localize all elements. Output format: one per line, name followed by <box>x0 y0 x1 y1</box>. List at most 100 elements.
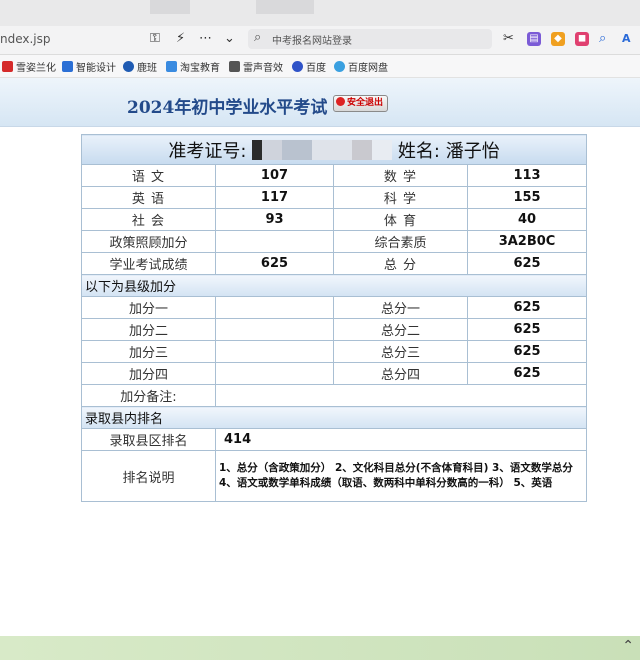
rank-section-title: 录取县内排名 <box>80 406 588 429</box>
quality-value: 3A2B0C <box>466 230 588 253</box>
bookmark-item[interactable]: 淘宝教育 <box>166 59 220 74</box>
search-placeholder: 中考报名网站登录 <box>272 36 352 47</box>
table-row: 加分备注: <box>81 384 588 407</box>
subject-score: 107 <box>215 164 334 187</box>
more-icon[interactable]: ⋯ <box>199 31 212 47</box>
logout-button[interactable]: 安全退出 <box>333 95 389 112</box>
bookmark-item[interactable]: 鹿班 <box>123 59 157 74</box>
bonus-label: 加分二 <box>81 318 216 341</box>
ticket-label: 准考证号: <box>168 140 247 162</box>
shield-icon[interactable]: ◆ <box>551 32 565 46</box>
redaction-mask <box>252 139 393 160</box>
bookmark-icon <box>229 61 240 72</box>
table-row: 英 语 117 科 学 155 <box>81 186 588 209</box>
bonus-value <box>215 318 334 341</box>
bonus-label: 加分三 <box>81 340 216 363</box>
subject-score: 40 <box>466 208 588 231</box>
note-icon[interactable]: ▤ <box>527 32 541 46</box>
logout-icon <box>336 97 345 106</box>
subject-score: 155 <box>466 186 588 209</box>
policy-bonus-value <box>215 230 334 253</box>
bookmark-item[interactable]: 智能设计 <box>62 59 116 74</box>
bonus-total-label: 总分二 <box>333 318 468 341</box>
bonus-note-label: 加分备注: <box>81 384 216 407</box>
bonus-value <box>215 340 334 363</box>
chevron-up-icon[interactable]: ⌃ <box>622 638 634 654</box>
exam-score-label: 学业考试成绩 <box>81 252 216 275</box>
bonus-value <box>215 362 334 385</box>
total-value: 625 <box>466 252 588 275</box>
bonus-total-label: 总分三 <box>333 340 468 363</box>
table-row: 排名说明 1、总分（含政策加分） 2、文化科目总分(不含体育科目) 3、语文数学… <box>81 450 588 502</box>
subject-label: 科 学 <box>333 186 468 209</box>
bolt-icon[interactable]: ⚡ <box>176 31 185 47</box>
url-text[interactable]: ndex.jsp <box>0 32 51 46</box>
exam-score-value: 625 <box>215 252 334 275</box>
window-control-button[interactable] <box>150 0 190 14</box>
bookmark-icon <box>292 61 303 72</box>
table-row: 学业考试成绩 625 总 分 625 <box>81 252 588 275</box>
bonus-total-value: 625 <box>466 362 588 385</box>
chevron-down-icon[interactable]: ⌄ <box>224 31 235 47</box>
table-row: 语 文 107 数 学 113 <box>81 164 588 187</box>
table-row: 录取县区排名 414 <box>81 428 588 451</box>
rank-note-label: 排名说明 <box>81 450 216 502</box>
subject-label: 语 文 <box>81 164 216 187</box>
bookmark-item[interactable]: 百度 <box>292 59 326 74</box>
quality-label: 综合素质 <box>333 230 468 253</box>
county-section-title: 以下为县级加分 <box>80 274 588 297</box>
subject-label: 社 会 <box>81 208 216 231</box>
student-name: 潘子怡 <box>445 140 500 162</box>
section-header-row: 以下为县级加分 <box>80 274 588 297</box>
bookmark-icon <box>62 61 73 72</box>
table-row: 加分一 总分一 625 <box>81 296 588 319</box>
scissors-icon[interactable]: ✂ <box>503 31 514 47</box>
bookmark-item[interactable]: 雷声音效 <box>229 59 283 74</box>
bookmarks-bar: 雪姿兰化 智能设计 鹿班 淘宝教育 雷声音效 百度 百度网盘 <box>0 55 640 78</box>
key-icon[interactable]: ⚿ <box>150 31 160 47</box>
total-label: 总 分 <box>333 252 468 275</box>
search-input[interactable]: ⌕ 中考报名网站登录 <box>248 29 492 49</box>
bonus-total-value: 625 <box>466 340 588 363</box>
subject-score: 117 <box>215 186 334 209</box>
subject-label: 英 语 <box>81 186 216 209</box>
bonus-label: 加分四 <box>81 362 216 385</box>
table-row: 加分二 总分二 625 <box>81 318 588 341</box>
window-titlebar <box>0 0 640 26</box>
bookmark-icon <box>166 61 177 72</box>
font-icon[interactable]: A <box>622 31 631 47</box>
search-icon: ⌕ <box>254 30 262 45</box>
subject-label: 数 学 <box>333 164 468 187</box>
bookmark-icon <box>334 61 345 72</box>
name-label: 姓名: <box>397 140 440 162</box>
score-table: 准考证号: 姓名: 潘子怡 语 文 107 数 学 113 英 语 117 科 … <box>80 134 588 502</box>
table-row: 加分三 总分三 625 <box>81 340 588 363</box>
ticket-name-cell: 准考证号: 姓名: 潘子怡 <box>80 134 588 165</box>
bookmark-icon <box>123 61 134 72</box>
cart-icon[interactable]: ◼ <box>575 32 589 46</box>
bonus-total-label: 总分四 <box>333 362 468 385</box>
section-header-row: 录取县内排名 <box>80 406 588 429</box>
page-title: 2024年初中学业水平考试 <box>127 98 328 118</box>
subject-label: 体 育 <box>333 208 468 231</box>
bonus-note-value <box>214 384 588 407</box>
subject-score: 113 <box>466 164 588 187</box>
address-bar: ndex.jsp ⚿ ⚡ ⋯ ⌄ ⌕ 中考报名网站登录 ✂ ▤ ◆ ◼ ⌕ A <box>0 26 640 55</box>
subject-score: 93 <box>215 208 334 231</box>
policy-bonus-label: 政策照顾加分 <box>81 230 216 253</box>
bonus-total-value: 625 <box>466 318 588 341</box>
table-row: 政策照顾加分 综合素质 3A2B0C <box>81 230 588 253</box>
window-control-button[interactable] <box>256 0 314 14</box>
table-header-row: 准考证号: 姓名: 潘子怡 <box>80 134 588 165</box>
search-icon[interactable]: ⌕ <box>599 31 606 47</box>
bookmark-item[interactable]: 百度网盘 <box>334 59 388 74</box>
table-row: 加分四 总分四 625 <box>81 362 588 385</box>
bookmark-icon <box>2 61 13 72</box>
page-banner: 2024年初中学业水平考试 安全退出 <box>0 78 640 127</box>
bookmark-item[interactable]: 雪姿兰化 <box>2 59 56 74</box>
bonus-total-label: 总分一 <box>333 296 468 319</box>
rank-label: 录取县区排名 <box>81 428 216 451</box>
bonus-value <box>215 296 334 319</box>
taskbar-strip: ⌃ <box>0 636 640 660</box>
bonus-label: 加分一 <box>81 296 216 319</box>
